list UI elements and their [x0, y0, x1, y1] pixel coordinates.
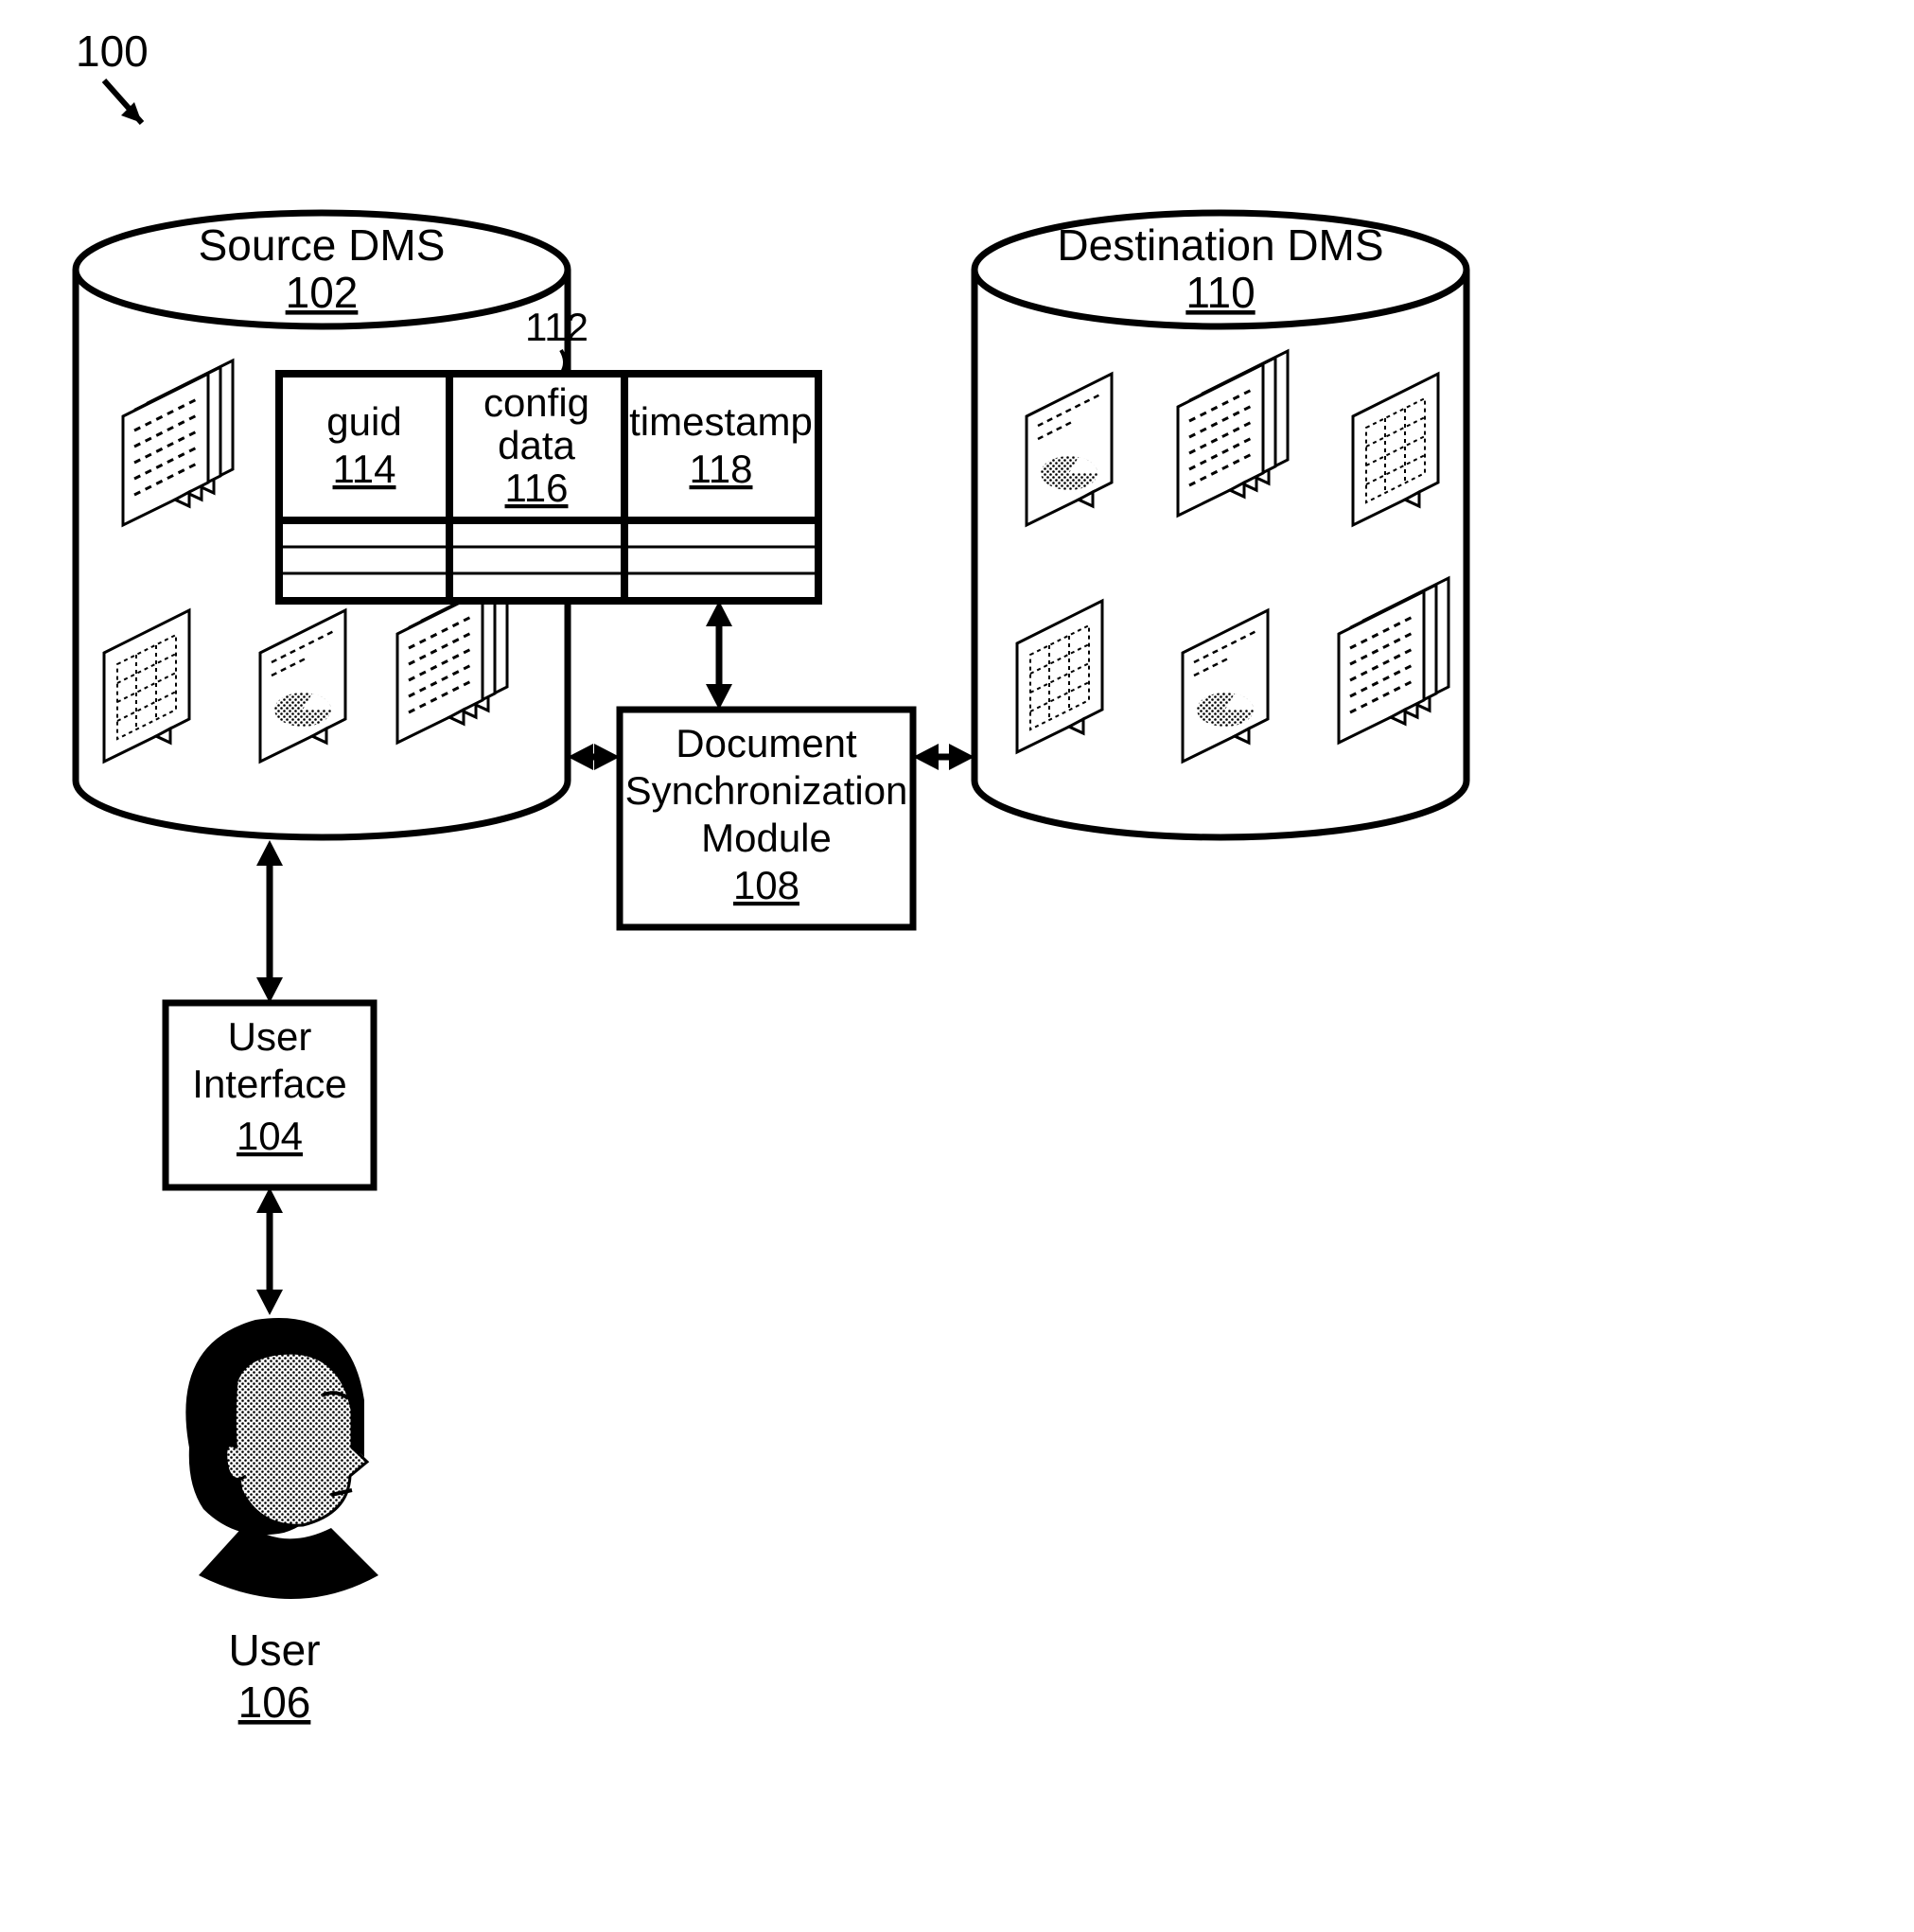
sync-module-line3: Module [701, 816, 832, 860]
destination-dms-ref: 110 [1185, 268, 1255, 317]
arrow-table-sync [706, 601, 732, 710]
table-col-guid-title: guid [326, 399, 401, 444]
arrow-ui-user [256, 1187, 283, 1315]
source-dms-ref: 102 [286, 268, 359, 317]
sync-module-box: Document Synchronization Module 108 [620, 710, 913, 927]
user-ref: 106 [238, 1677, 311, 1727]
ui-line2: Interface [192, 1062, 346, 1106]
source-dms-title: Source DMS [199, 220, 446, 270]
table-col-timestamp-title: timestamp [629, 399, 813, 444]
table-col-config-title1: config [483, 380, 589, 425]
sync-module-line1: Document [676, 721, 857, 765]
table-col-guid-ref: 114 [333, 447, 396, 491]
user-interface-box: User Interface 104 [166, 1003, 374, 1187]
user-title: User [228, 1625, 320, 1675]
destination-dms-title: Destination DMS [1057, 220, 1383, 270]
table-col-config-ref: 116 [505, 465, 569, 510]
table-ref: 112 [525, 305, 588, 349]
arrow-source-ui [256, 840, 283, 1003]
ui-ref: 104 [237, 1114, 303, 1158]
user-icon [185, 1318, 378, 1599]
table-col-timestamp-ref: 118 [690, 447, 753, 491]
arrow-source-sync [568, 744, 620, 770]
table-col-config-title2: data [498, 423, 575, 467]
ui-line1: User [228, 1014, 312, 1059]
sync-module-ref: 108 [733, 863, 799, 907]
arrow-sync-dest [913, 744, 975, 770]
destination-dms-cylinder: Destination DMS 110 [975, 213, 1466, 837]
sync-module-line2: Synchronization [625, 768, 908, 813]
figure-ref-label: 100 [76, 26, 149, 76]
